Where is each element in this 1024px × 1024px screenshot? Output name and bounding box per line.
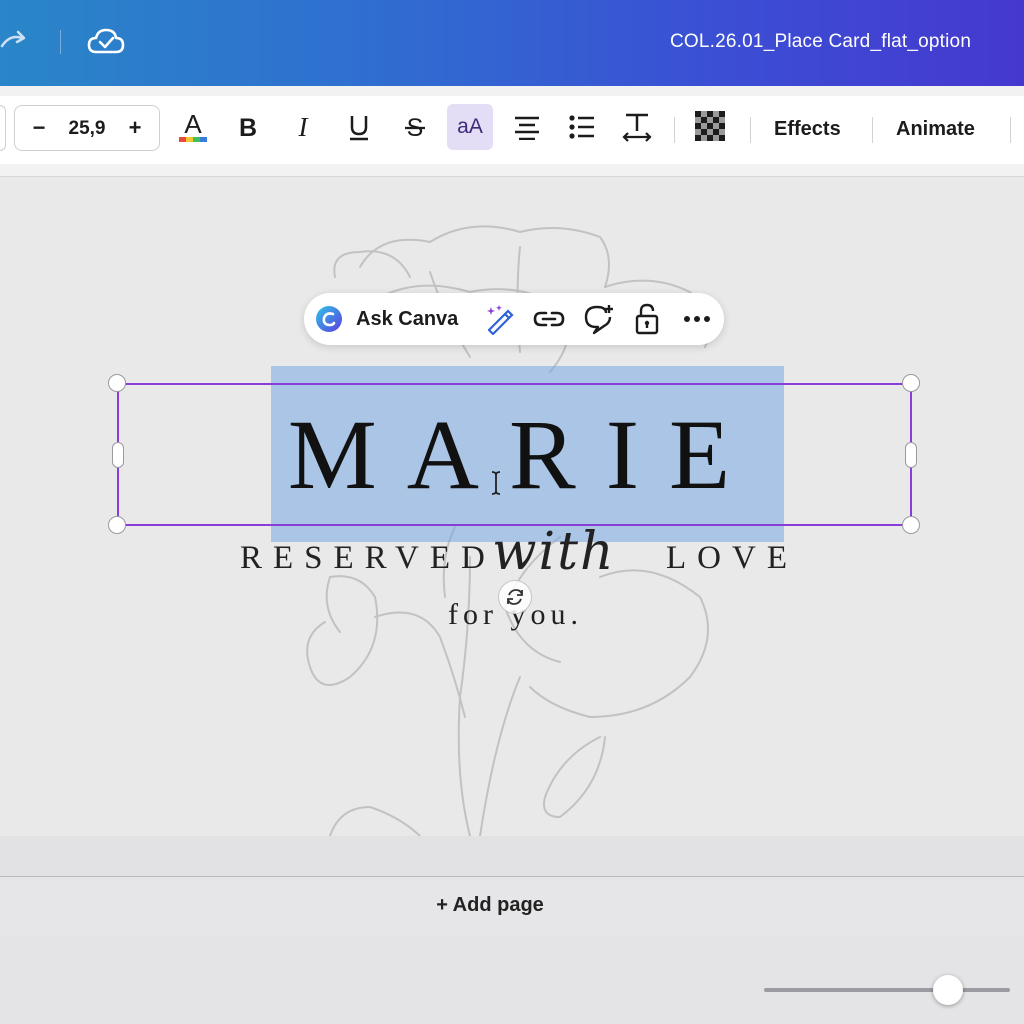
resize-handle-bottom-right[interactable] (902, 516, 920, 534)
resize-handle-right[interactable] (905, 442, 917, 468)
document-title[interactable]: COL.26.01_Place Card_flat_option (670, 31, 971, 53)
cloud-saved-icon[interactable] (86, 24, 126, 58)
letter-case-icon[interactable]: aA (447, 104, 493, 150)
strikethrough-icon[interactable]: S (392, 104, 438, 150)
letter-case-label: aA (457, 115, 483, 138)
svg-text:B: B (239, 114, 257, 142)
magic-write-icon[interactable] (482, 303, 516, 335)
bullet-list-icon[interactable] (559, 104, 605, 150)
text-color-icon[interactable]: A (170, 104, 216, 150)
bold-icon[interactable]: B (225, 104, 271, 150)
zoom-slider-handle[interactable] (933, 975, 963, 1005)
italic-icon[interactable]: I (280, 104, 326, 150)
redo-icon[interactable] (0, 26, 34, 56)
add-comment-icon[interactable] (582, 303, 616, 335)
ask-canva-button[interactable]: Ask Canva (356, 308, 458, 331)
zoom-slider-track[interactable] (764, 988, 1010, 992)
design-canvas[interactable]: MARIE RESERVED with LOVE for you. (0, 177, 1024, 836)
with-script-text[interactable]: with (492, 522, 616, 582)
resize-handle-top-left[interactable] (108, 374, 126, 392)
toolbar-divider (750, 117, 751, 143)
floating-toolbar: Ask Canva (304, 293, 724, 345)
animate-button[interactable]: Animate (896, 118, 975, 141)
text-cursor-icon (489, 470, 503, 496)
font-size-value[interactable]: 25,9 (59, 118, 115, 140)
resize-handle-bottom-left[interactable] (108, 516, 126, 534)
text-toolbar: − 25,9 + A B I S aA Effects Animate (0, 86, 1024, 177)
lock-icon[interactable] (630, 303, 664, 335)
svg-text:A: A (184, 109, 202, 139)
add-page-button[interactable]: + Add page (0, 894, 980, 917)
more-icon[interactable] (680, 303, 714, 335)
link-icon[interactable] (532, 303, 566, 335)
text-box-selection[interactable] (117, 383, 912, 526)
ask-canva-icon[interactable] (312, 303, 346, 335)
footer-bar (0, 935, 1024, 1024)
resize-handle-left[interactable] (112, 442, 124, 468)
align-center-icon[interactable] (504, 104, 550, 150)
toolbar-divider (1010, 117, 1011, 143)
toolbar-divider (674, 117, 675, 143)
toolbar-divider (872, 117, 873, 143)
spacing-icon[interactable] (614, 104, 660, 150)
love-text[interactable]: LOVE (666, 540, 798, 577)
effects-button[interactable]: Effects (774, 118, 841, 141)
font-size-decrease-button[interactable]: − (27, 115, 51, 141)
rotate-handle-icon[interactable] (498, 580, 532, 614)
font-size-stepper: − 25,9 + (14, 105, 160, 151)
underline-icon[interactable] (336, 104, 382, 150)
reserved-text[interactable]: RESERVED (240, 540, 496, 577)
transparency-icon[interactable] (688, 104, 734, 150)
add-page-bar[interactable]: + Add page (0, 876, 1024, 936)
font-size-increase-button[interactable]: + (123, 115, 147, 141)
resize-handle-top-right[interactable] (902, 374, 920, 392)
top-header: COL.26.01_Place Card_flat_option (0, 0, 1024, 86)
font-family-dropdown-edge[interactable] (0, 105, 6, 151)
svg-text:I: I (298, 112, 310, 142)
header-divider (60, 30, 61, 54)
page-bottom-area (0, 836, 1024, 876)
